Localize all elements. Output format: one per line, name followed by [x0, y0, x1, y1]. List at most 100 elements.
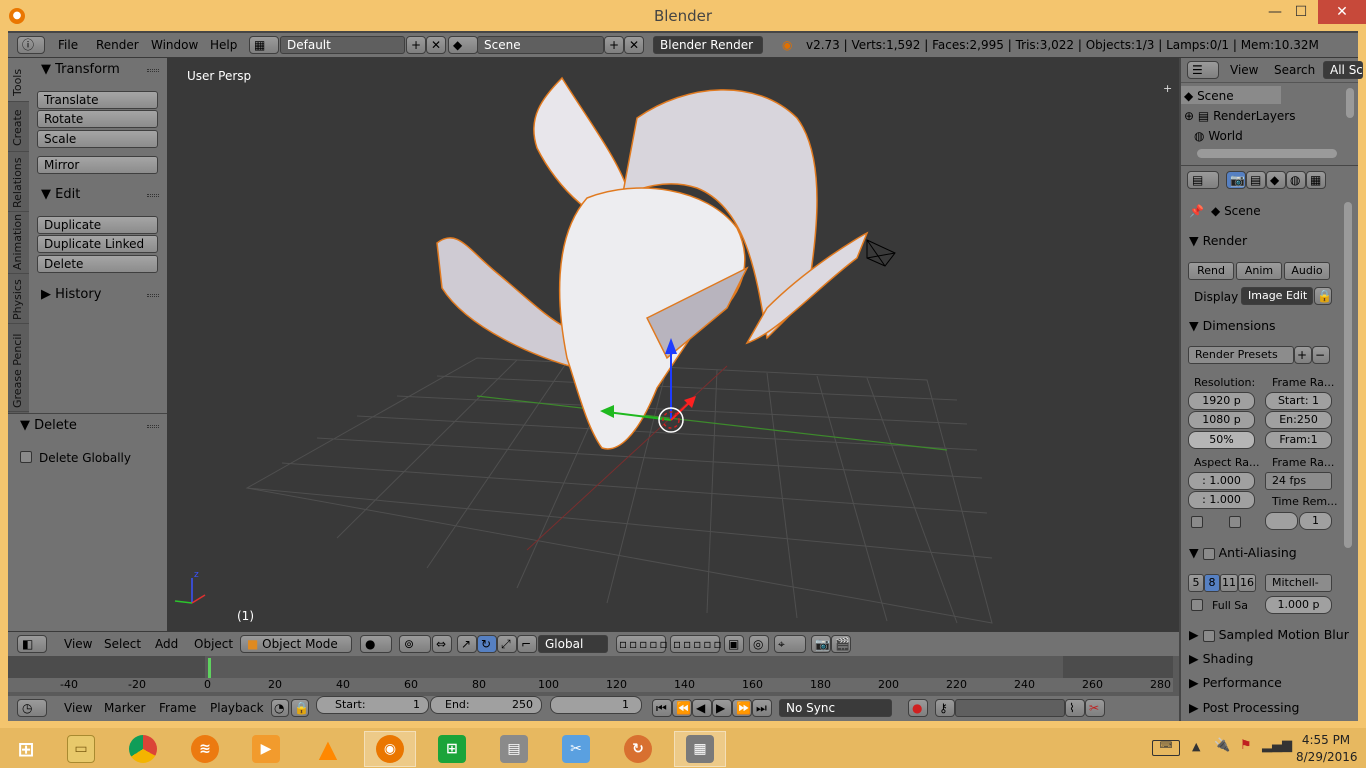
- current-frame-marker[interactable]: [208, 658, 211, 678]
- transform-orientation-select[interactable]: Global: [538, 635, 608, 653]
- aspect-x-field[interactable]: : 1.000: [1188, 472, 1255, 490]
- snap-icon[interactable]: ⌖: [774, 635, 806, 653]
- menu-search[interactable]: Search: [1274, 63, 1315, 77]
- motion-blur-checkbox[interactable]: [1202, 629, 1215, 642]
- preview-range-icon[interactable]: ◔: [271, 699, 289, 717]
- maximize-button[interactable]: ☐: [1284, 0, 1318, 24]
- scale-manipulator-icon[interactable]: ⤢: [497, 635, 517, 653]
- shading-panel-header[interactable]: ▶ Shading: [1189, 651, 1253, 666]
- keying-set-field[interactable]: [955, 699, 1065, 717]
- tab-grease-pencil[interactable]: Grease Pencil: [8, 324, 29, 412]
- keying-set-icon[interactable]: ⚷: [935, 699, 955, 717]
- crop-checkbox[interactable]: [1229, 516, 1241, 528]
- performance-panel-header[interactable]: ▶ Performance: [1189, 675, 1282, 690]
- pivot-point-icon[interactable]: ⊚: [399, 635, 431, 653]
- 3d-viewport[interactable]: User Persp (1) z +: [167, 58, 1179, 631]
- drag-grip-icon[interactable]: [147, 194, 159, 197]
- scene-field[interactable]: Scene: [477, 36, 604, 54]
- keyboard-icon[interactable]: ⌨: [1152, 740, 1180, 756]
- properties-editor-type-icon[interactable]: ▤: [1187, 171, 1219, 189]
- render-still-icon[interactable]: 📷: [811, 635, 831, 653]
- prev-keyframe-icon[interactable]: ⏪: [672, 699, 692, 717]
- edit-panel-header[interactable]: ▼ Edit: [29, 185, 167, 205]
- remove-layout-icon[interactable]: ✕: [426, 36, 446, 54]
- viewport-shading-icon[interactable]: ●: [360, 635, 392, 653]
- system-clock[interactable]: 4:55 PM 8/29/2016: [1296, 732, 1358, 766]
- transform-panel-header[interactable]: ▼ Transform: [29, 60, 167, 80]
- start-button[interactable]: ⊞: [0, 731, 52, 767]
- taskbar-sync-app[interactable]: ↻: [612, 731, 664, 767]
- timeline-editor[interactable]: -40 -20 0 20 40 60 80 100 120 140 160 18…: [8, 656, 1179, 696]
- menu-help[interactable]: Help: [210, 38, 237, 52]
- remove-preset-icon[interactable]: −: [1312, 346, 1330, 364]
- drag-grip-icon[interactable]: [147, 425, 159, 428]
- scene-icon[interactable]: ◆: [448, 36, 478, 54]
- render-engine-select[interactable]: Blender Render: [653, 36, 763, 54]
- anti-aliasing-checkbox[interactable]: [1202, 547, 1215, 560]
- scene-context-icon[interactable]: ◆: [1266, 171, 1286, 189]
- operator-panel-header[interactable]: ▼ Delete: [8, 416, 167, 436]
- border-checkbox[interactable]: [1191, 516, 1203, 528]
- current-frame-field[interactable]: 1: [550, 696, 642, 714]
- texture-context-icon[interactable]: ▦: [1306, 171, 1326, 189]
- taskbar-grid-app[interactable]: ▦: [674, 731, 726, 767]
- menu-file[interactable]: File: [58, 38, 78, 52]
- power-icon[interactable]: 🔌: [1214, 738, 1230, 753]
- render-still-button[interactable]: Rend: [1188, 262, 1234, 280]
- end-frame-field[interactable]: End: 250: [430, 696, 542, 714]
- aa-samples-11[interactable]: 11: [1220, 574, 1238, 592]
- screen-layout-icon[interactable]: ▦: [249, 36, 279, 54]
- aspect-y-field[interactable]: : 1.000: [1188, 491, 1255, 509]
- menu-view[interactable]: View: [64, 701, 92, 715]
- tab-animation[interactable]: Animation: [8, 212, 29, 274]
- outliner-vertical-scrollbar[interactable]: [1346, 88, 1354, 118]
- render-animation-button[interactable]: Anim: [1236, 262, 1282, 280]
- outliner-editor-type-icon[interactable]: ☰: [1187, 61, 1219, 79]
- render-panel-header[interactable]: ▼ Render: [1189, 233, 1247, 248]
- delete-keyframe-icon[interactable]: ✂: [1085, 699, 1105, 717]
- anti-aliasing-panel-header[interactable]: ▼ Anti-Aliasing: [1189, 545, 1297, 560]
- add-scene-icon[interactable]: +: [604, 36, 624, 54]
- aa-samples-8[interactable]: 8: [1204, 574, 1220, 592]
- screen-layout-field[interactable]: Default: [280, 36, 405, 54]
- rotate-button[interactable]: Rotate: [37, 110, 158, 128]
- lock-icon[interactable]: 🔒: [291, 699, 309, 717]
- add-layout-icon[interactable]: +: [406, 36, 426, 54]
- resolution-percent-slider[interactable]: 50%: [1188, 431, 1255, 449]
- proportional-edit-icon[interactable]: ◎: [749, 635, 769, 653]
- remove-scene-icon[interactable]: ✕: [624, 36, 644, 54]
- outliner-item-world[interactable]: ◍ World: [1194, 129, 1243, 143]
- insert-keyframe-icon[interactable]: ⌇: [1065, 699, 1085, 717]
- tab-physics[interactable]: Physics: [8, 274, 29, 324]
- play-icon[interactable]: ▶: [712, 699, 732, 717]
- outliner-item-scene[interactable]: ◆ Scene: [1184, 89, 1234, 103]
- pin-icon[interactable]: 📌: [1189, 204, 1204, 218]
- taskbar-app-orange[interactable]: ≋: [179, 731, 231, 767]
- menu-window[interactable]: Window: [151, 38, 198, 52]
- manipulator-toggle-icon[interactable]: ⇔: [432, 635, 452, 653]
- record-icon[interactable]: ●: [908, 699, 928, 717]
- camera-object[interactable]: [866, 239, 896, 267]
- info-editor-type-icon[interactable]: ⓘ: [17, 36, 45, 54]
- resolution-y-field[interactable]: 1080 p: [1188, 411, 1255, 429]
- taskbar-tools-app[interactable]: ✂: [550, 731, 602, 767]
- drag-grip-icon[interactable]: [147, 69, 159, 72]
- layers-grid-1[interactable]: ▫▫▫▫▫: [616, 635, 668, 653]
- add-preset-icon[interactable]: +: [1294, 346, 1312, 364]
- close-button[interactable]: ✕: [1318, 0, 1366, 24]
- play-reverse-icon[interactable]: ◀: [692, 699, 712, 717]
- outliner-display-mode-select[interactable]: All Sc: [1323, 61, 1363, 79]
- taskbar-blender[interactable]: ◉: [364, 731, 416, 767]
- history-panel-header[interactable]: ▶ History: [29, 285, 167, 305]
- dimensions-panel-header[interactable]: ▼ Dimensions: [1189, 318, 1276, 333]
- menu-view[interactable]: View: [64, 637, 92, 651]
- time-remap-old-field[interactable]: [1265, 512, 1298, 530]
- layers-grid-2[interactable]: ▫▫▫▫▫: [670, 635, 722, 653]
- render-context-icon[interactable]: 📷: [1226, 171, 1246, 189]
- aa-samples-16[interactable]: 16: [1238, 574, 1256, 592]
- mirror-button[interactable]: Mirror: [37, 156, 158, 174]
- menu-render[interactable]: Render: [96, 38, 139, 52]
- properties-scrollbar[interactable]: [1344, 202, 1352, 548]
- lock-interface-icon[interactable]: 🔒: [1314, 287, 1332, 305]
- scale-button[interactable]: Scale: [37, 130, 158, 148]
